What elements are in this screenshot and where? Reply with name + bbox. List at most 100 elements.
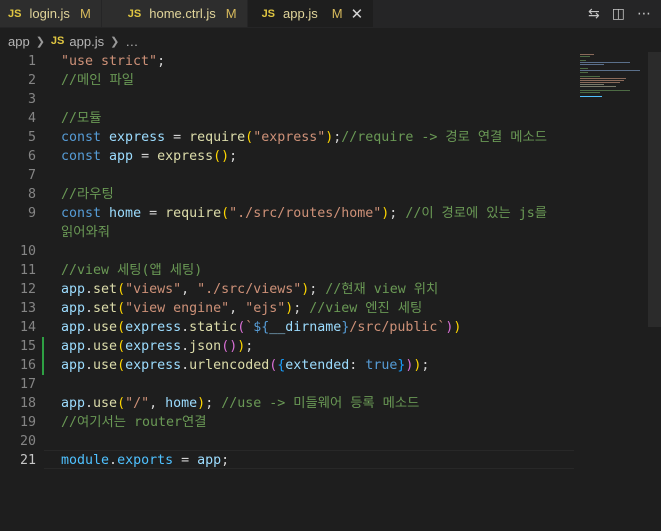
code-token: (	[245, 130, 254, 145]
minimap[interactable]	[576, 52, 648, 112]
code-token: .	[181, 339, 190, 354]
code-token: require	[165, 206, 222, 221]
code-line[interactable]: 8 //라우팅	[0, 185, 575, 204]
code-line[interactable]: 6 const app = express();	[0, 147, 575, 166]
line-number: 18	[19, 396, 36, 411]
tab-login-js[interactable]: JS login.js M	[0, 0, 102, 27]
code-text: 읽어와줘	[61, 223, 110, 242]
line-number: 2	[27, 73, 36, 88]
tab-bar: JS login.js M JS home.ctrl.js M JS app.j…	[0, 0, 661, 28]
code-line[interactable]: 11 //view 세팅(앱 세팅)	[0, 261, 575, 280]
code-token: static	[189, 320, 238, 335]
javascript-file-icon: JS	[8, 7, 22, 20]
split-editor-icon[interactable]: ◫	[612, 6, 625, 22]
code-line[interactable]: 7	[0, 166, 575, 185]
code-line[interactable]: 1 "use strict";	[0, 52, 575, 71]
breadcrumb-symbols[interactable]: …	[125, 34, 138, 49]
code-line[interactable]: 20	[0, 432, 575, 451]
code-line[interactable]: 12 app.set("views", "./src/views"); //현재 …	[0, 280, 575, 299]
modified-indicator: M	[225, 6, 237, 21]
code-token: //라우팅	[61, 187, 114, 202]
code-line[interactable]: 13 app.set("view engine", "ejs"); //view …	[0, 299, 575, 318]
modified-indicator: M	[79, 6, 91, 21]
code-token: //이 경로에 있는 js를	[405, 206, 547, 221]
breadcrumb-file[interactable]: app.js	[69, 34, 104, 49]
scrollbar-thumb[interactable]	[648, 52, 661, 327]
code-line[interactable]: 18 app.use("/", home); //use -> 미들웨어 등록 메…	[0, 394, 575, 413]
code-text: const express = require("express");//req…	[61, 128, 547, 147]
code-token: ;	[389, 206, 406, 221]
code-text: app.use("/", home); //use -> 미들웨어 등록 메소드	[61, 394, 419, 413]
code-token: ;	[421, 358, 430, 373]
code-token: urlencoded	[189, 358, 270, 373]
vertical-scrollbar[interactable]	[648, 52, 661, 531]
code-token: ;	[229, 149, 238, 164]
line-number: 4	[27, 111, 36, 126]
code-token: (	[117, 301, 126, 316]
code-token: use	[93, 396, 118, 411]
code-token: exports	[117, 453, 174, 468]
code-line[interactable]: 17	[0, 375, 575, 394]
code-line[interactable]: 10	[0, 242, 575, 261]
line-number: 16	[19, 358, 36, 373]
code-token: (	[117, 358, 126, 373]
code-line[interactable]: 16 app.use(express.urlencoded({extended: …	[0, 356, 575, 375]
code-token: "./src/views"	[197, 282, 302, 297]
modified-indicator: M	[331, 6, 343, 21]
code-token: set	[93, 301, 118, 316]
code-line[interactable]: 15 app.use(express.json());	[0, 337, 575, 356]
chevron-right-icon: ❯	[110, 35, 120, 48]
code-token: __dirname	[269, 320, 342, 335]
code-token: "use strict"	[61, 54, 158, 69]
code-line[interactable]: 14 app.use(express.static(`${__dirname}/s…	[0, 318, 575, 337]
code-token: =	[133, 149, 158, 164]
code-text: //모듈	[61, 109, 101, 128]
code-token: const	[61, 206, 110, 221]
more-actions-icon[interactable]: ⋯	[637, 6, 651, 22]
breadcrumb: app ❯ JS app.js ❯ …	[0, 31, 138, 51]
code-text: //라우팅	[61, 185, 114, 204]
code-line[interactable]: 21 module.exports = app;	[0, 451, 575, 470]
code-line[interactable]: 2 //메인 파일	[0, 71, 575, 90]
code-line[interactable]: 읽어와줘	[0, 223, 575, 242]
editor-actions: ⇆ ◫ ⋯	[588, 0, 661, 27]
code-token: //use -> 미들웨어 등록 메소드	[221, 396, 420, 411]
code-token: :	[349, 358, 366, 373]
line-number: 13	[19, 301, 36, 316]
code-token: .	[85, 320, 94, 335]
tab-home-ctrl-js[interactable]: JS home.ctrl.js M	[101, 0, 248, 27]
code-text: app.use(express.json());	[61, 337, 253, 356]
tab-label: app.js	[283, 6, 318, 21]
code-line[interactable]: 9 const home = require("./src/routes/home…	[0, 204, 575, 223]
code-token: //현재 view 위치	[325, 282, 439, 297]
code-token: express	[125, 339, 182, 354]
compare-changes-icon[interactable]: ⇆	[588, 6, 600, 22]
code-token: ;	[205, 396, 222, 411]
code-token: app	[61, 396, 86, 411]
code-token: json	[189, 339, 222, 354]
code-text: //여기서는 router연결	[61, 413, 206, 432]
code-line[interactable]: 4 //모듈	[0, 109, 575, 128]
code-token: app	[197, 453, 222, 468]
line-number: 3	[27, 92, 36, 107]
code-token: .	[85, 358, 94, 373]
code-token: )	[453, 320, 462, 335]
code-line[interactable]: 3	[0, 90, 575, 109]
code-token: app	[61, 320, 86, 335]
code-token: )	[197, 396, 206, 411]
code-editor[interactable]: 1 "use strict"; 2 //메인 파일 3 4 //모듈 5 const expre…	[0, 52, 575, 531]
line-number: 10	[19, 244, 36, 259]
code-token: ,	[229, 301, 246, 316]
close-icon[interactable]: ✕	[351, 5, 364, 23]
code-token: extended	[285, 358, 350, 373]
javascript-file-icon: JS	[50, 35, 65, 47]
code-line[interactable]: 5 const express = require("express");//re…	[0, 128, 575, 147]
breadcrumb-folder[interactable]: app	[8, 34, 30, 49]
code-token: /src/public`	[349, 320, 446, 335]
code-token: (	[117, 396, 126, 411]
code-line[interactable]: 19 //여기서는 router연결	[0, 413, 575, 432]
tab-label: login.js	[29, 6, 70, 21]
line-number: 7	[27, 168, 36, 183]
code-token: //view 세팅(앱 세팅)	[61, 263, 203, 278]
tab-app-js[interactable]: JS app.js M ✕	[247, 0, 375, 27]
